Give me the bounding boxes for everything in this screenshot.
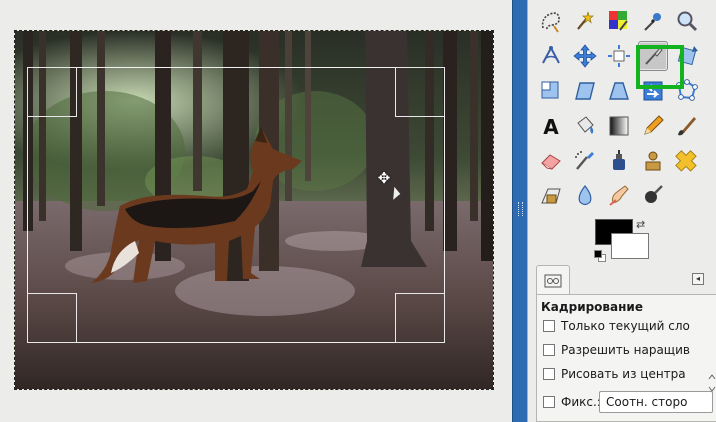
measure-tool-button[interactable] [536, 41, 566, 71]
pencil-tool-icon [644, 115, 664, 135]
blend-tool-icon [609, 116, 629, 136]
crop-handle-bottom-right[interactable] [395, 293, 445, 343]
crop-rectangle[interactable] [27, 67, 445, 343]
move-tool-icon [573, 44, 597, 68]
image-canvas-area[interactable]: ✥ ◢ [0, 0, 512, 422]
tab-menu-icon[interactable]: ◂ [692, 273, 704, 285]
ink-tool-button[interactable] [604, 146, 634, 176]
option-allow-growing[interactable]: Разрешить наращив [543, 341, 690, 359]
tool-options-tab-icon [544, 274, 562, 287]
color-picker-tool-icon [644, 13, 661, 31]
blur-sharpen-tool-button[interactable] [570, 181, 600, 211]
option-label: Рисовать из центра [561, 367, 686, 381]
swap-colors-icon[interactable]: ⇄ [636, 218, 645, 231]
perspective-tool-icon [609, 82, 629, 100]
tool-options-panel: Кадрирование Только текущий сло Разрешит… [536, 294, 716, 422]
option-label: Разрешить наращив [561, 343, 690, 357]
select-by-color-tool-icon [609, 11, 628, 31]
smudge-tool-icon [609, 185, 629, 206]
scale-tool-button[interactable] [536, 76, 566, 106]
background-color-swatch[interactable] [611, 233, 649, 259]
eraser-tool-button[interactable] [536, 146, 566, 176]
smudge-tool-button[interactable] [604, 181, 634, 211]
move-cursor-icon: ✥ [377, 169, 391, 187]
clone-tool-icon [645, 151, 661, 171]
shear-tool-button[interactable] [570, 76, 600, 106]
blur-sharpen-tool-icon [578, 185, 592, 206]
dodge-burn-tool-icon [645, 185, 663, 203]
heal-tool-icon [675, 150, 697, 172]
tool-options-tabbar: ◂ [534, 265, 710, 295]
align-tool-icon [608, 45, 630, 67]
option-label: Только текущий сло [561, 319, 690, 333]
perspective-clone-tool-icon [541, 188, 561, 204]
text-tool-icon: A [543, 115, 559, 139]
fuzzy-select-tool-icon [577, 11, 595, 30]
heal-tool-button[interactable] [672, 146, 702, 176]
measure-tool-icon [542, 45, 560, 64]
bucket-fill-tool-button[interactable] [570, 111, 600, 141]
free-select-tool-button[interactable] [536, 6, 566, 36]
crop-handle-top-left[interactable] [27, 67, 77, 117]
paintbrush-tool-button[interactable] [672, 111, 702, 141]
divider-grip-icon[interactable] [518, 202, 523, 216]
dock-pane-divider[interactable] [512, 0, 528, 422]
fuzzy-select-tool-button[interactable] [570, 6, 600, 36]
select-by-color-tool-button[interactable] [604, 6, 634, 36]
image-layer-boundary[interactable] [14, 30, 494, 390]
svg-text:A: A [543, 115, 559, 139]
text-tool-button[interactable]: A [536, 111, 566, 141]
paintbrush-tool-icon [678, 117, 696, 136]
airbrush-tool-button[interactable] [570, 146, 600, 176]
active-tool-highlight [636, 45, 684, 89]
fixed-label: Фикс.: [561, 395, 601, 409]
pencil-tool-button[interactable] [638, 111, 668, 141]
default-colors-icon[interactable] [594, 250, 602, 258]
allow-growing-checkbox[interactable] [543, 344, 555, 356]
toolbox-panel: A ⇄ ◂ Кадрирование Только текущий сло Ра… [528, 0, 716, 422]
perspective-tool-button[interactable] [604, 76, 634, 106]
perspective-clone-tool-button[interactable] [536, 181, 566, 211]
crop-handle-top-right[interactable] [395, 67, 445, 117]
ink-tool-icon [613, 150, 625, 170]
fixed-checkbox[interactable] [543, 396, 555, 408]
move-tool-button[interactable] [570, 41, 600, 71]
airbrush-tool-icon [575, 151, 594, 170]
scale-tool-icon [541, 81, 559, 99]
option-fixed[interactable]: Фикс.: [543, 393, 601, 411]
free-select-tool-icon [541, 12, 560, 33]
shear-tool-icon [575, 82, 595, 100]
color-picker-tool-button[interactable] [638, 6, 668, 36]
dodge-burn-tool-button[interactable] [638, 181, 668, 211]
align-tool-button[interactable] [604, 41, 634, 71]
current-layer-only-checkbox[interactable] [543, 320, 555, 332]
tab-tool-options[interactable] [536, 265, 570, 295]
tool-options-title: Кадрирование [541, 300, 643, 314]
expand-from-center-checkbox[interactable] [543, 368, 555, 380]
zoom-tool-button[interactable] [672, 6, 702, 36]
options-scroll-arrows-icon[interactable] [707, 359, 716, 407]
blend-tool-button[interactable] [604, 111, 634, 141]
option-current-layer-only[interactable]: Только текущий сло [543, 317, 690, 335]
clone-tool-button[interactable] [638, 146, 668, 176]
aspect-ratio-select[interactable]: Соотн. сторо [599, 391, 713, 413]
zoom-tool-icon [677, 11, 698, 32]
bucket-fill-tool-icon [577, 116, 594, 134]
eraser-tool-icon [541, 154, 561, 170]
crop-handle-bottom-left[interactable] [27, 293, 77, 343]
option-expand-from-center[interactable]: Рисовать из центра [543, 365, 686, 383]
